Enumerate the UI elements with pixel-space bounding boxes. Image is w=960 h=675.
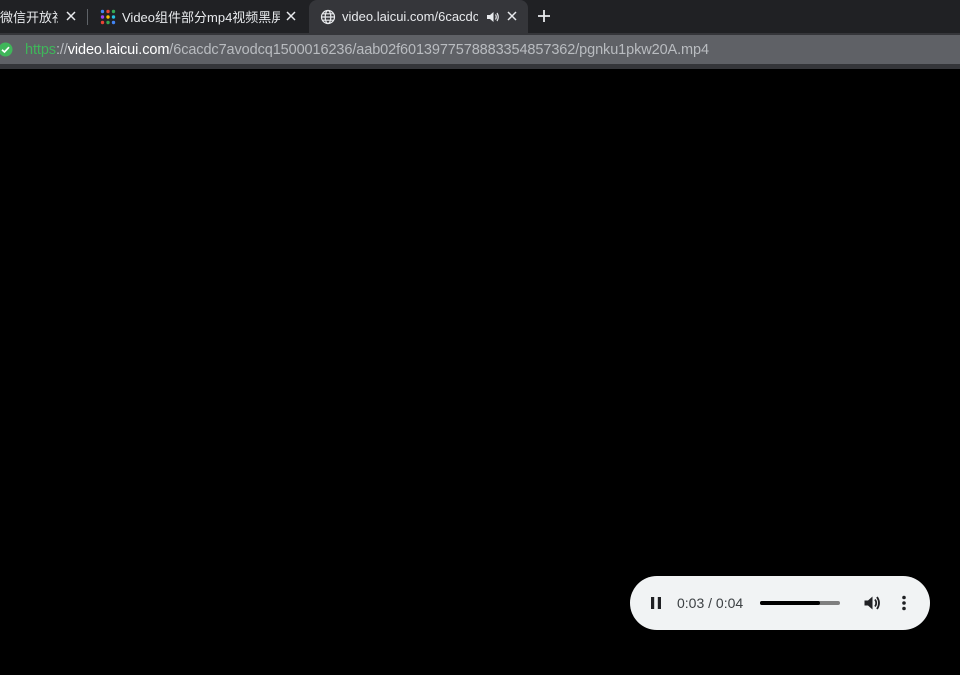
- globe-icon: [320, 9, 336, 25]
- close-tab-icon[interactable]: [504, 8, 520, 24]
- browser-toolbar: https://video.laicui.com/6cacdc7avodcq15…: [0, 33, 960, 66]
- new-tab-button[interactable]: [534, 6, 554, 26]
- tab-video-file-active[interactable]: video.laicui.com/6cacdc7avodcq1500016236…: [309, 0, 528, 33]
- secure-shield-check-icon[interactable]: [0, 42, 13, 57]
- seek-progress-fill: [760, 601, 820, 605]
- seek-slider[interactable]: [760, 601, 840, 605]
- pause-icon[interactable]: [646, 593, 666, 613]
- tab-strip: 微信开放社区 Video组件部分mp4视频黑屏 video.laicui.co: [0, 0, 960, 33]
- close-tab-icon[interactable]: [63, 8, 79, 24]
- url-path: /6cacdc7avodcq1500016236/aab02f601397757…: [169, 42, 709, 58]
- address-url[interactable]: https://video.laicui.com/6cacdc7avodcq15…: [25, 42, 709, 58]
- address-bar[interactable]: https://video.laicui.com/6cacdc7avodcq15…: [0, 35, 960, 64]
- url-host: video.laicui.com: [67, 42, 170, 58]
- tab-title: video.laicui.com/6cacdc7avodcq1500016236…: [342, 9, 478, 24]
- tab-title: 微信开放社区: [0, 10, 58, 25]
- tab-wechat-community[interactable]: 微信开放社区: [0, 0, 87, 33]
- close-tab-icon[interactable]: [283, 8, 299, 24]
- volume-icon[interactable]: [862, 593, 882, 613]
- tab-video-black-screen[interactable]: Video组件部分mp4视频黑屏: [88, 0, 307, 33]
- media-controls-panel: 0:03 / 0:04: [630, 576, 930, 630]
- speaker-icon[interactable]: [486, 10, 500, 24]
- url-separator: ://: [55, 42, 68, 58]
- time-display: 0:03 / 0:04: [677, 595, 744, 611]
- grid-dots-icon: [100, 9, 116, 25]
- plus-icon: [538, 10, 550, 22]
- more-options-icon[interactable]: [894, 593, 914, 613]
- tab-title: Video组件部分mp4视频黑屏: [122, 10, 280, 25]
- url-scheme: https: [25, 42, 56, 58]
